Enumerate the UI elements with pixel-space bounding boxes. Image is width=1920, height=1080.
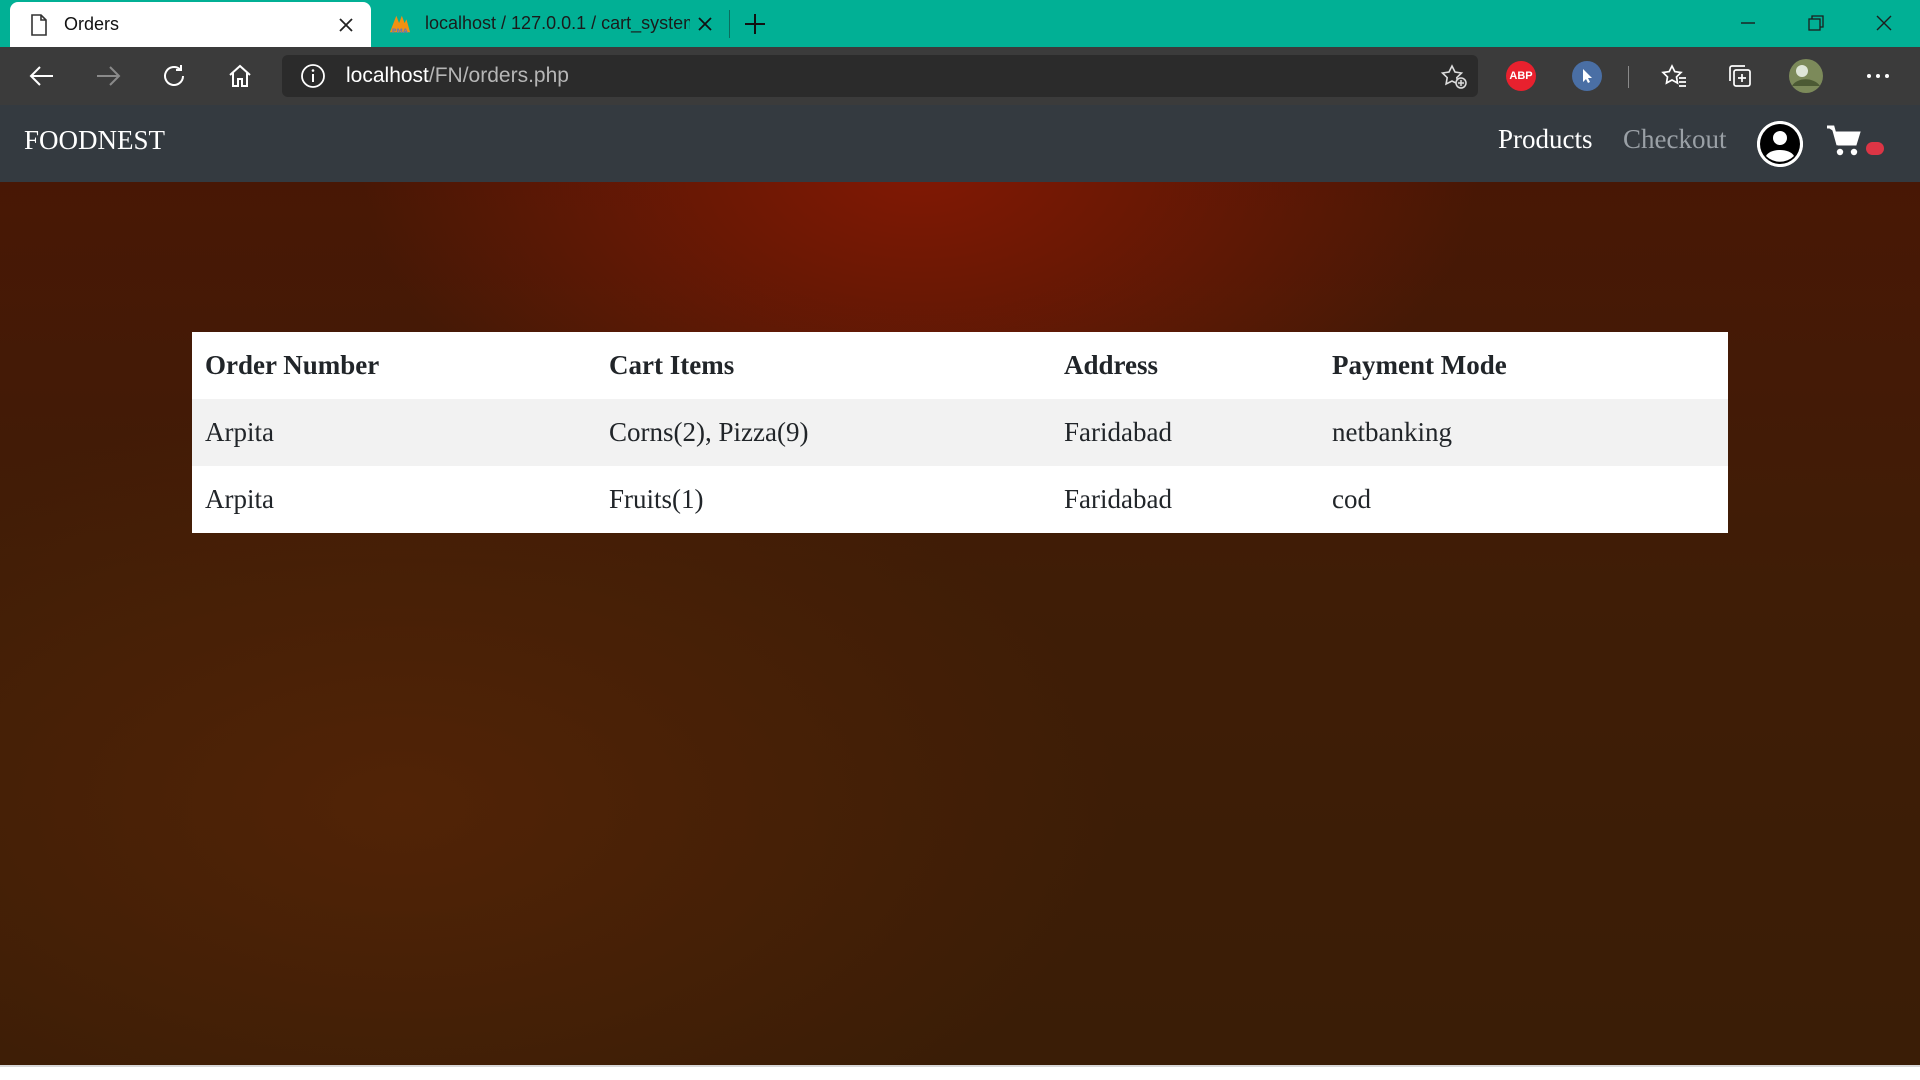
cart-icon[interactable] <box>1826 124 1862 158</box>
forward-button[interactable] <box>88 56 128 96</box>
horizontal-scrollbar[interactable] <box>0 1065 1920 1080</box>
refresh-icon <box>164 65 184 86</box>
profile-avatar-icon <box>1789 59 1823 93</box>
cursor-extension-icon[interactable] <box>1572 61 1602 91</box>
tab-title: localhost / 127.0.0.1 / cart_system <box>425 13 690 33</box>
page-icon <box>28 13 50 36</box>
minimize-icon <box>1741 21 1755 24</box>
table-row: Arpita Fruits(1) Faridabad cod <box>192 466 1728 533</box>
url-host: localhost <box>346 64 429 87</box>
header-order-number: Order Number <box>192 332 596 399</box>
restore-button[interactable] <box>1782 0 1850 45</box>
header-address: Address <box>1051 332 1319 399</box>
browser-tab-bar: Orders PMA localhost / 127.0.0.1 / cart_… <box>0 0 1920 47</box>
plus-icon <box>745 14 765 34</box>
profile-button[interactable] <box>1786 56 1826 96</box>
tab-orders[interactable]: Orders <box>10 2 371 47</box>
site-info-icon <box>301 64 325 88</box>
cart-badge <box>1866 142 1884 155</box>
collections-button[interactable] <box>1720 56 1760 96</box>
brand-logo[interactable]: FOODNEST <box>24 125 165 156</box>
url-path: /FN/orders.php <box>428 64 569 87</box>
minimize-button[interactable] <box>1714 0 1782 45</box>
favorites-button[interactable] <box>1654 56 1694 96</box>
tab-title: Orders <box>64 14 120 34</box>
cell-address: Faridabad <box>1064 484 1172 514</box>
cell-order-number: Arpita <box>192 399 596 466</box>
collections-icon <box>1729 65 1751 87</box>
restore-icon <box>1808 14 1824 31</box>
adblock-label: ABP <box>1509 70 1533 82</box>
back-arrow-icon <box>29 66 53 86</box>
adblock-plus-icon[interactable]: ABP <box>1506 61 1536 91</box>
close-tab-icon[interactable] <box>690 9 720 39</box>
address-bar[interactable]: localhost/FN/orders.php <box>282 55 1478 97</box>
nav-checkout-link[interactable]: Checkout <box>1623 124 1726 155</box>
svg-text:PMA: PMA <box>392 27 408 35</box>
settings-more-button[interactable] <box>1858 56 1898 96</box>
user-account-icon[interactable] <box>1757 121 1803 167</box>
cell-order-number: Arpita <box>205 484 274 514</box>
orders-table: Order Number Cart Items Address Payment … <box>192 332 1728 533</box>
cell-payment-mode: netbanking <box>1319 399 1728 466</box>
close-icon <box>1876 15 1892 30</box>
close-tab-icon[interactable] <box>331 10 361 40</box>
refresh-button[interactable] <box>154 56 194 96</box>
cell-payment-mode: cod <box>1332 484 1371 514</box>
header-cart-items: Cart Items <box>596 332 1051 399</box>
phpmyadmin-icon: PMA <box>389 13 411 35</box>
favorites-icon <box>1661 64 1686 87</box>
new-tab-button[interactable] <box>738 7 772 41</box>
cell-address: Faridabad <box>1051 399 1319 466</box>
table-row: Arpita Corns(2), Pizza(9) Faridabad netb… <box>192 399 1728 466</box>
forward-arrow-icon <box>97 66 121 86</box>
page-viewport: FOODNEST Products Checkout Order Number … <box>0 105 1920 1065</box>
cell-cart-items: Fruits(1) <box>609 484 704 514</box>
back-button[interactable] <box>22 56 62 96</box>
nav-products-link[interactable]: Products <box>1498 124 1593 155</box>
browser-toolbar: localhost/FN/orders.php ABP <box>0 47 1920 105</box>
table-header-row: Order Number Cart Items Address Payment … <box>192 332 1728 399</box>
home-button[interactable] <box>220 56 260 96</box>
home-icon <box>229 64 251 87</box>
add-favorite-icon[interactable] <box>1440 63 1468 91</box>
tab-phpmyadmin[interactable]: PMA localhost / 127.0.0.1 / cart_system <box>371 0 730 47</box>
header-payment-mode: Payment Mode <box>1319 332 1728 399</box>
site-navbar: FOODNEST Products Checkout <box>0 105 1920 182</box>
more-dots-icon <box>1867 74 1889 78</box>
toolbar-divider <box>1628 66 1629 88</box>
orders-table-container: Order Number Cart Items Address Payment … <box>192 332 1728 533</box>
close-window-button[interactable] <box>1850 0 1918 45</box>
cell-cart-items: Corns(2), Pizza(9) <box>596 399 1051 466</box>
tab-divider <box>729 10 730 38</box>
